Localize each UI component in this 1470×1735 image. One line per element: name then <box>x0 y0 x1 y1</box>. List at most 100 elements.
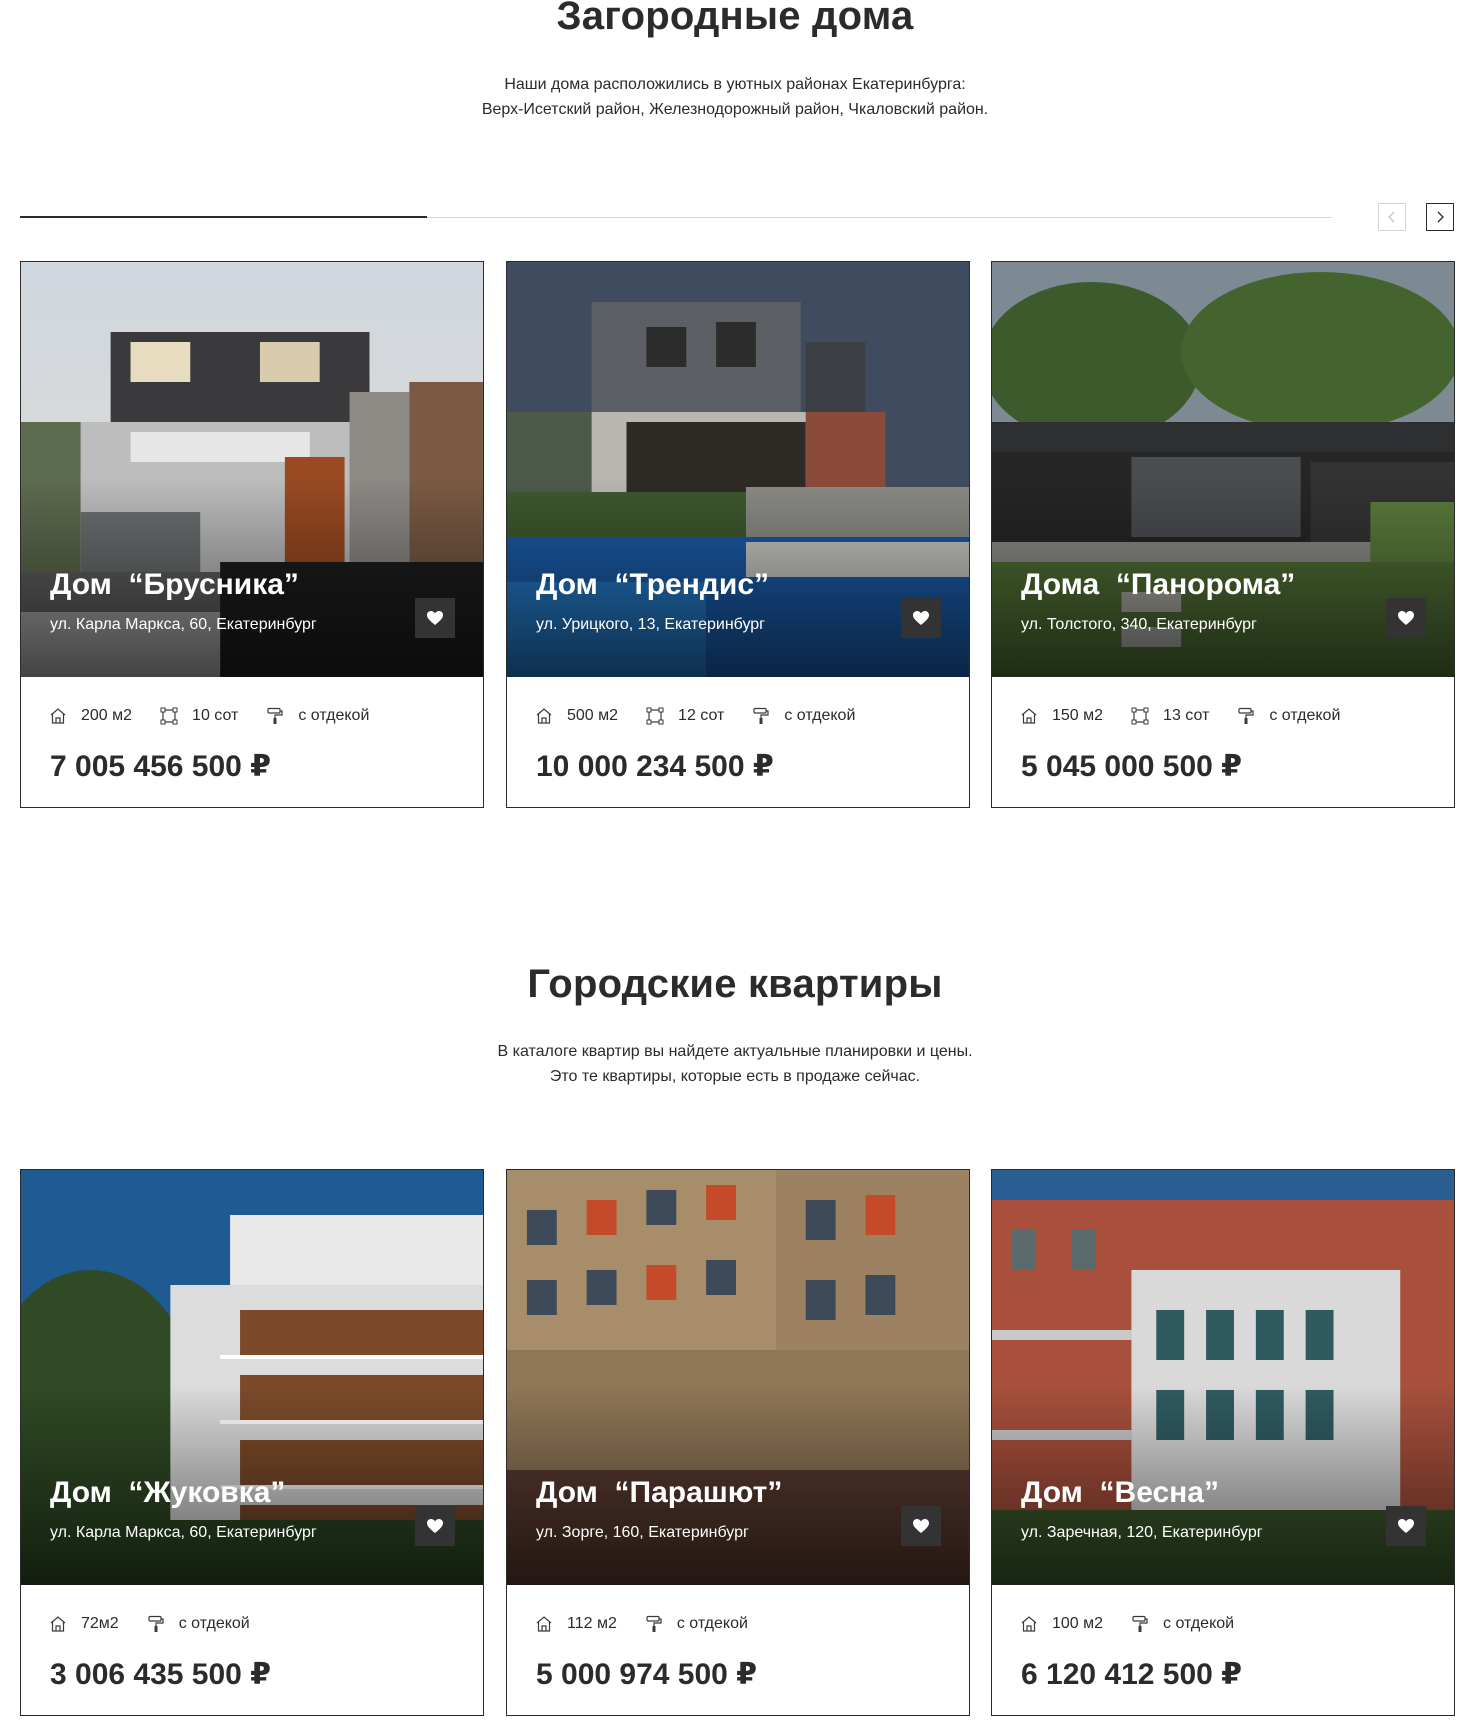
card-title: Дом “Брусника” <box>50 568 299 601</box>
house-icon <box>536 1616 552 1632</box>
paint-roller-icon <box>148 1615 164 1632</box>
favorite-button[interactable] <box>901 1506 941 1546</box>
slider-next-button[interactable] <box>1426 203 1454 231</box>
favorite-button[interactable] <box>415 598 455 638</box>
houses-subtitle-line-2: Верх-Исетский район, Железнодорожный рай… <box>481 101 989 118</box>
spec-finish-value: с отдекой <box>784 707 856 724</box>
spec-finish: с отдекой <box>645 1615 748 1633</box>
spec-area: 200 м2 <box>49 707 132 725</box>
chevron-right-icon <box>1437 211 1444 223</box>
card-specs: 500 м2 12 сот с отдекой <box>535 707 883 725</box>
spec-area-value: 200 м2 <box>81 707 133 724</box>
card-title: Дом “Жуковка” <box>50 1476 286 1509</box>
card-body: 72м2 с отдекой 3 006 435 500 ₽ <box>21 1585 483 1715</box>
apartments-subtitle-line-2: Это те квартиры, которые есть в продаже … <box>549 1068 921 1085</box>
apartment-photo: Дом “Жуковка” ул. Карла Маркса, 60, Екат… <box>21 1170 483 1585</box>
houses-section-subtitle: Наши дома расположились в уютных районах… <box>0 72 1470 122</box>
apartments-section-subtitle: В каталоге квартир вы найдете актуальные… <box>0 1039 1470 1089</box>
slider-progress-fill <box>20 216 427 218</box>
card-address: ул. Зорге, 160, Екатеринбург <box>536 1524 749 1541</box>
house-icon <box>50 1616 66 1632</box>
card-specs: 100 м2 с отдекой <box>1020 1615 1262 1633</box>
card-price: 5 000 974 500 ₽ <box>536 1658 758 1691</box>
card-specs: 200 м2 10 сот с отдекой <box>49 707 397 725</box>
card-title: Дом “Парашют” <box>536 1476 783 1509</box>
card-specs: 72м2 с отдекой <box>49 1615 278 1633</box>
spec-area: 150 м2 <box>1020 707 1103 725</box>
card-price: 10 000 234 500 ₽ <box>536 750 774 783</box>
spec-finish: с отдекой <box>1237 707 1340 725</box>
apartment-card[interactable]: Дом “Весна” ул. Заречная, 120, Екатеринб… <box>991 1169 1455 1716</box>
spec-area-value: 100 м2 <box>1052 1615 1104 1632</box>
house-icon <box>1021 708 1037 724</box>
spec-area-value: 72м2 <box>81 1615 119 1632</box>
apartment-card[interactable]: Дом “Парашют” ул. Зорге, 160, Екатеринбу… <box>506 1169 970 1716</box>
card-body: 150 м2 13 сот с отдекой 5 045 000 500 ₽ <box>992 677 1454 807</box>
spec-finish-value: с отдекой <box>1163 1615 1235 1632</box>
spec-area-value: 150 м2 <box>1052 707 1104 724</box>
paint-roller-icon <box>646 1615 662 1632</box>
paint-roller-icon <box>267 707 283 724</box>
card-body: 500 м2 12 сот с отдекой 10 000 234 500 ₽ <box>507 677 969 807</box>
spec-finish-value: с отдекой <box>676 1615 748 1632</box>
card-specs: 112 м2 с отдекой <box>535 1615 776 1633</box>
card-address: ул. Заречная, 120, Екатеринбург <box>1021 1524 1263 1541</box>
favorite-button[interactable] <box>901 598 941 638</box>
heart-icon <box>1398 611 1414 625</box>
card-address: ул. Толстого, 340, Екатеринбург <box>1021 616 1257 633</box>
spec-finish: с отдекой <box>752 707 855 725</box>
card-title: Дома “Панорома” <box>1021 568 1296 601</box>
spec-plot-value: 13 сот <box>1163 707 1210 724</box>
spec-area-value: 112 м2 <box>567 1615 617 1632</box>
spec-finish-value: с отдекой <box>1269 707 1341 724</box>
house-photo: Дома “Панорома” ул. Толстого, 340, Екате… <box>992 262 1454 677</box>
apartments-section-title: Городские квартиры <box>527 962 943 1006</box>
card-price: 3 006 435 500 ₽ <box>50 1658 272 1691</box>
house-photo: Дом “Брусника” ул. Карла Маркса, 60, Ека… <box>21 262 483 677</box>
house-icon <box>1021 1616 1037 1632</box>
card-price: 6 120 412 500 ₽ <box>1021 1658 1243 1691</box>
card-specs: 150 м2 13 сот с отдекой <box>1020 707 1368 725</box>
spec-plot: 13 сот <box>1131 707 1209 725</box>
card-price: 7 005 456 500 ₽ <box>50 750 272 783</box>
spec-plot: 12 сот <box>646 707 724 725</box>
house-card[interactable]: Дом “Брусника” ул. Карла Маркса, 60, Ека… <box>20 261 484 808</box>
paint-roller-icon <box>753 707 769 724</box>
chevron-left-icon <box>1388 211 1395 223</box>
spec-finish: с отдекой <box>1131 1615 1234 1633</box>
spec-plot: 10 сот <box>160 707 238 725</box>
favorite-button[interactable] <box>1386 598 1426 638</box>
apartment-photo: Дом “Парашют” ул. Зорге, 160, Екатеринбу… <box>507 1170 969 1585</box>
house-card[interactable]: Дома “Панорома” ул. Толстого, 340, Екате… <box>991 261 1455 808</box>
card-body: 112 м2 с отдекой 5 000 974 500 ₽ <box>507 1585 969 1715</box>
apartment-card[interactable]: Дом “Жуковка” ул. Карла Маркса, 60, Екат… <box>20 1169 484 1716</box>
favorite-button[interactable] <box>1386 1506 1426 1546</box>
spec-finish-value: с отдекой <box>178 1615 250 1632</box>
card-address: ул. Карла Маркса, 60, Екатеринбург <box>50 1524 317 1541</box>
favorite-button[interactable] <box>415 1506 455 1546</box>
spec-plot-value: 10 сот <box>192 707 239 724</box>
card-title: Дом “Трендис” <box>536 568 770 601</box>
card-body: 200 м2 10 сот с отдекой 7 005 456 500 ₽ <box>21 677 483 807</box>
card-price: 5 045 000 500 ₽ <box>1021 750 1243 783</box>
slider-prev-button[interactable] <box>1378 203 1406 231</box>
heart-icon <box>913 611 929 625</box>
plot-corners-icon <box>160 707 178 725</box>
plot-corners-icon <box>1131 707 1149 725</box>
spec-finish: с отдекой <box>147 1615 250 1633</box>
card-body: 100 м2 с отдекой 6 120 412 500 ₽ <box>992 1585 1454 1715</box>
spec-area: 72м2 <box>49 1615 119 1633</box>
plot-corners-icon <box>646 707 664 725</box>
heart-icon <box>427 611 443 625</box>
spec-area-value: 500 м2 <box>567 707 619 724</box>
apartments-subtitle-line-1: В каталоге квартир вы найдете актуальные… <box>497 1043 973 1060</box>
house-icon <box>50 708 66 724</box>
heart-icon <box>913 1519 929 1533</box>
heart-icon <box>427 1519 443 1533</box>
slider-progress-bar <box>20 216 1332 218</box>
house-icon <box>536 708 552 724</box>
spec-area: 100 м2 <box>1020 1615 1103 1633</box>
spec-finish: с отдекой <box>266 707 369 725</box>
apartment-photo: Дом “Весна” ул. Заречная, 120, Екатеринб… <box>992 1170 1454 1585</box>
house-card[interactable]: Дом “Трендис” ул. Урицкого, 13, Екатерин… <box>506 261 970 808</box>
